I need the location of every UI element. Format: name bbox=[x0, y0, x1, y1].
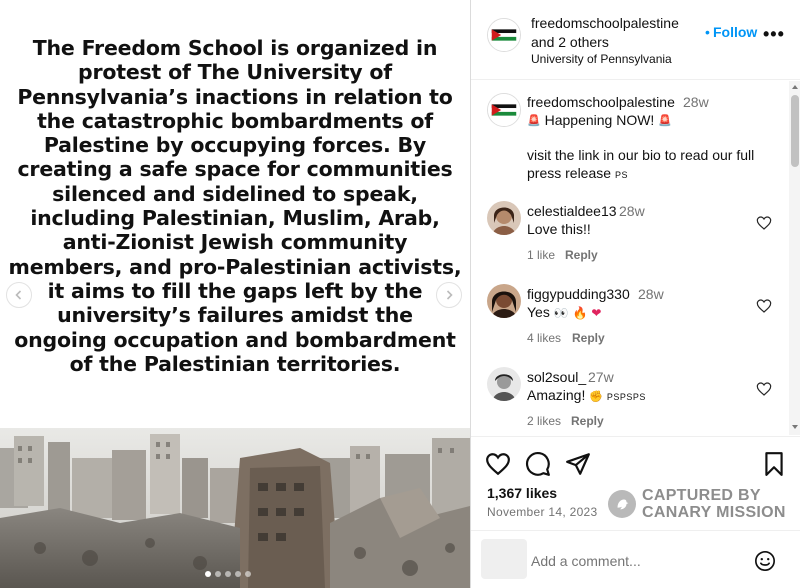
heart-icon[interactable] bbox=[756, 381, 772, 397]
comments-scrollbar[interactable] bbox=[789, 81, 800, 435]
commenter-avatar[interactable] bbox=[487, 284, 521, 318]
comment-username[interactable]: celestialdee13 bbox=[527, 203, 617, 219]
siren-icon: 🚨 bbox=[527, 115, 541, 127]
eyes-icon: 👀 bbox=[553, 306, 569, 320]
heart-emoji-icon: ❤ bbox=[591, 306, 602, 320]
carousel-dot-active bbox=[205, 571, 211, 577]
comment-reply-button[interactable]: Reply bbox=[571, 414, 604, 428]
commenter-avatar[interactable] bbox=[487, 201, 521, 235]
chevron-left-icon bbox=[15, 290, 22, 300]
share-icon[interactable] bbox=[565, 451, 591, 477]
carousel-next-button[interactable] bbox=[436, 282, 462, 308]
palestine-flag-avatar-icon bbox=[488, 94, 520, 126]
watermark-line-2: CANARY MISSION bbox=[642, 504, 786, 521]
post-side-panel: freedomschoolpalestine and 2 others Univ… bbox=[470, 0, 800, 588]
comment-text-value: Amazing! bbox=[527, 387, 586, 403]
author-avatar[interactable] bbox=[487, 18, 521, 52]
carousel-dot bbox=[215, 571, 221, 577]
carousel-dot bbox=[225, 571, 231, 577]
carousel-dots bbox=[205, 571, 251, 577]
caption-username[interactable]: freedomschoolpalestine bbox=[527, 94, 675, 110]
scroll-down-arrow-icon[interactable] bbox=[792, 425, 798, 429]
comments-list: freedomschoolpalestine 28w 🚨 Happening N… bbox=[471, 81, 789, 435]
likes-count[interactable]: 1,367 likes bbox=[487, 485, 557, 501]
carousel-prev-button[interactable] bbox=[6, 282, 32, 308]
caption-timestamp[interactable]: 28w bbox=[683, 94, 709, 110]
comment-text: Amazing! ✊ PSPSPS bbox=[527, 387, 646, 403]
scroll-up-arrow-icon[interactable] bbox=[792, 85, 798, 89]
canary-mission-watermark: CAPTURED BY CANARY MISSION bbox=[608, 487, 786, 521]
post-actions: 1,367 likes November 14, 2023 CAPTURED B… bbox=[471, 436, 800, 526]
comment-timestamp[interactable]: 28w bbox=[619, 203, 645, 219]
caption-line-2: visit the link in our bio to read our fu… bbox=[527, 146, 777, 184]
comment-username[interactable]: sol2soul_ bbox=[527, 369, 586, 385]
caption-line-1-text: Happening NOW! bbox=[544, 112, 655, 128]
commenter-avatar[interactable] bbox=[487, 367, 521, 401]
chevron-right-icon bbox=[446, 290, 453, 300]
bookmark-icon[interactable] bbox=[761, 451, 787, 477]
fist-icon: ✊ bbox=[589, 391, 603, 403]
comment-reply-button[interactable]: Reply bbox=[565, 248, 598, 262]
comment-text-tag: PSPSPS bbox=[606, 392, 646, 402]
comment-item: figgypudding330 28w Yes 👀 🔥 ❤ 4 likes Re… bbox=[471, 284, 789, 366]
watermark-text: CAPTURED BY CANARY MISSION bbox=[642, 487, 786, 521]
comment-timestamp[interactable]: 27w bbox=[588, 369, 614, 385]
comment-text-value: Yes bbox=[527, 304, 550, 320]
post-media: The Freedom School is organized in prote… bbox=[0, 0, 470, 588]
location-link[interactable]: University of Pennsylvania bbox=[531, 52, 672, 66]
palestine-flag-avatar-icon bbox=[488, 19, 520, 51]
post-date: November 14, 2023 bbox=[487, 505, 598, 519]
caption-line-2-text: visit the link in our bio to read our fu… bbox=[527, 147, 755, 181]
caption-line-1: 🚨 Happening NOW! 🚨 bbox=[527, 112, 672, 128]
fire-icon: 🔥 bbox=[572, 306, 588, 320]
collaborators-link[interactable]: and 2 others bbox=[531, 34, 609, 50]
separator-dot: • bbox=[705, 24, 710, 40]
author-username[interactable]: freedomschoolpalestine bbox=[531, 15, 679, 31]
add-comment-input[interactable] bbox=[531, 553, 731, 569]
follow-button[interactable]: Follow bbox=[713, 24, 757, 40]
comment-item: celestialdee13 28w Love this!! 1 like Re… bbox=[471, 201, 789, 283]
caption-author-avatar[interactable] bbox=[487, 93, 521, 127]
carousel-dot bbox=[245, 571, 251, 577]
heart-icon[interactable] bbox=[756, 298, 772, 314]
siren-icon: 🚨 bbox=[658, 115, 672, 127]
comment-item: sol2soul_ 27w Amazing! ✊ PSPSPS 2 likes … bbox=[471, 367, 789, 435]
more-options-button[interactable]: ••• bbox=[763, 24, 785, 45]
post-text: The Freedom School is organized in prote… bbox=[8, 36, 462, 376]
comment-username[interactable]: figgypudding330 bbox=[527, 286, 630, 302]
comment-icon[interactable] bbox=[525, 451, 551, 477]
heart-icon[interactable] bbox=[485, 451, 511, 477]
caption-line-2-tag: PS bbox=[614, 170, 628, 180]
comment-likes[interactable]: 2 likes bbox=[527, 414, 561, 428]
comment-text: Yes 👀 🔥 ❤ bbox=[527, 304, 601, 320]
comment-likes[interactable]: 1 like bbox=[527, 248, 555, 262]
watermark-line-1: CAPTURED BY bbox=[642, 487, 761, 504]
add-comment-bar bbox=[471, 530, 800, 588]
post-header: freedomschoolpalestine and 2 others Univ… bbox=[471, 0, 800, 80]
heart-icon[interactable] bbox=[756, 215, 772, 231]
comment-timestamp[interactable]: 28w bbox=[638, 286, 664, 302]
emoji-icon[interactable] bbox=[754, 550, 776, 572]
destroyed-buildings-photo bbox=[0, 428, 470, 588]
canary-logo-icon bbox=[608, 490, 636, 518]
carousel-dot bbox=[235, 571, 241, 577]
comment-reply-button[interactable]: Reply bbox=[572, 331, 605, 345]
current-user-avatar bbox=[481, 539, 527, 579]
scroll-thumb[interactable] bbox=[791, 95, 799, 167]
comment-text: Love this!! bbox=[527, 221, 591, 237]
comment-likes[interactable]: 4 likes bbox=[527, 331, 561, 345]
